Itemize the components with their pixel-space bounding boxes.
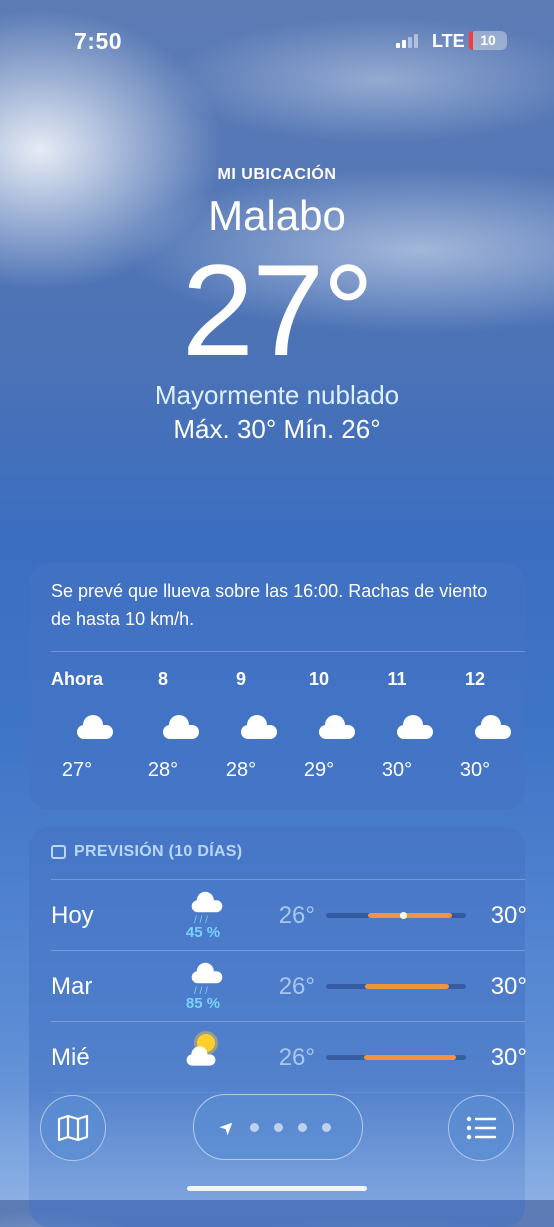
hour-temp: 30°	[459, 759, 491, 781]
page-dot[interactable]	[250, 1123, 259, 1132]
cellular-signal-icon	[396, 34, 420, 48]
hour-label: 9	[235, 669, 246, 689]
home-indicator	[187, 1186, 367, 1191]
hour-item: 8 28°	[133, 669, 193, 782]
hour-item: Ahora 27°	[47, 669, 107, 782]
hour-temp: 28°	[147, 759, 179, 781]
temp-range-bar	[326, 984, 466, 989]
day-name: Mar	[51, 973, 93, 1000]
high-temp: 30°	[490, 902, 527, 929]
hourly-forecast-card[interactable]: Se prevé que llueva sobre las 16:00. Rac…	[29, 563, 525, 810]
hour-item: 11 30°	[367, 669, 427, 782]
temp-range-bar	[326, 1055, 466, 1060]
battery-level: 10	[480, 32, 496, 48]
hour-item: 12 30°	[445, 669, 505, 782]
city-name: Malabo	[208, 192, 346, 239]
list-button[interactable]	[448, 1095, 514, 1161]
hour-temp: 30°	[381, 759, 413, 781]
sun-cloud-icon	[181, 1032, 225, 1072]
list-icon	[466, 1116, 497, 1140]
precip-chance: 85 %	[185, 995, 221, 1012]
ten-day-title: PREVISIÓN (10 DÍAS)	[74, 843, 243, 860]
hour-label: 11	[387, 669, 407, 689]
current-condition: Mayormente nublado	[154, 380, 400, 410]
temp-range-fill	[368, 913, 452, 918]
location-arrow-icon: ➤	[214, 1114, 240, 1140]
network-type: LTE	[432, 31, 465, 51]
ten-day-header: PREVISIÓN (10 DÍAS)	[51, 843, 242, 861]
current-temperature: 27°	[181, 237, 375, 383]
day-row[interactable]: Mié 26° 30°	[51, 1021, 527, 1092]
cloud-icon	[457, 715, 493, 741]
page-dot[interactable]	[322, 1123, 331, 1132]
hour-temp: 28°	[225, 759, 257, 781]
low-temp: 26°	[278, 902, 315, 929]
page-dot[interactable]	[274, 1123, 283, 1132]
status-time: 7:50	[74, 28, 123, 54]
hour-temp: 29°	[303, 759, 335, 781]
hour-label: 12	[464, 669, 486, 689]
cloud-icon	[223, 715, 259, 741]
low-temp: 26°	[278, 973, 315, 1000]
low-temp: 26°	[278, 1044, 315, 1071]
cloud-icon	[301, 715, 337, 741]
cloud-icon	[379, 715, 415, 741]
map-icon	[57, 1114, 89, 1142]
location-pager[interactable]: ➤	[193, 1094, 363, 1160]
temp-range-fill	[365, 984, 450, 989]
status-bar: 7:50 LTE 10	[0, 0, 554, 80]
high-low-temperature: Máx. 30° Mín. 26°	[173, 414, 381, 444]
hour-label: Ahora	[50, 669, 103, 689]
current-temp-marker	[400, 912, 407, 919]
day-name: Mié	[51, 1044, 90, 1071]
day-row[interactable]: Hoy / / / 45 % 26° 30°	[51, 879, 527, 950]
high-temp: 30°	[490, 973, 527, 1000]
cloud-icon	[59, 715, 95, 741]
page-dot[interactable]	[298, 1123, 307, 1132]
forecast-summary: Se prevé que llueva sobre las 16:00. Rac…	[51, 581, 488, 629]
map-button[interactable]	[40, 1095, 106, 1161]
hour-temp: 27°	[61, 759, 93, 781]
hour-label: 10	[308, 669, 330, 689]
day-name: Hoy	[51, 902, 94, 929]
temp-range-bar	[326, 912, 466, 919]
day-row[interactable]: Mar / / / 85 % 26° 30°	[51, 950, 527, 1021]
cloud-icon	[145, 715, 181, 741]
temp-range-fill	[363, 1055, 457, 1060]
precip-chance: 45 %	[185, 924, 221, 941]
battery-icon: 10	[469, 31, 507, 50]
divider	[51, 651, 525, 652]
hour-label: 8	[157, 669, 168, 689]
location-label: MI UBICACIÓN	[217, 166, 337, 183]
high-temp: 30°	[490, 1044, 527, 1071]
calendar-icon	[51, 845, 66, 859]
hour-item: 10 29°	[289, 669, 349, 782]
hour-item: 9 28°	[211, 669, 271, 782]
